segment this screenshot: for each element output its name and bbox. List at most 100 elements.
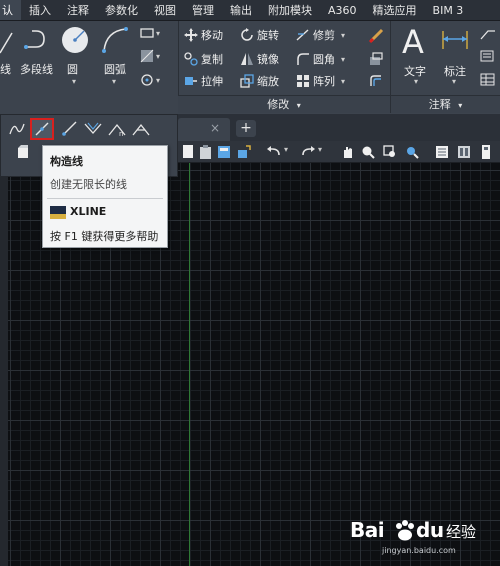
design-center-icon[interactable]	[456, 144, 472, 160]
modify-panel-title: 修改	[267, 98, 290, 111]
rectangle-tool[interactable]: ▾	[140, 27, 160, 39]
arc-dropdown-icon[interactable]: ▾	[112, 77, 116, 86]
tab-view[interactable]: 视图	[146, 0, 184, 20]
redo-dropdown-icon[interactable]: ▾	[318, 145, 322, 154]
tab-manage[interactable]: 管理	[184, 0, 222, 20]
close-icon[interactable]: ×	[210, 121, 220, 135]
revision-cloud-button[interactable]	[129, 118, 153, 140]
trim-label: 修剪	[313, 29, 335, 42]
pan-hand-icon[interactable]	[340, 144, 356, 160]
array-button[interactable]: 阵列 ▾	[296, 73, 345, 89]
tab-addins[interactable]: 附加模块	[260, 0, 320, 20]
tab-output[interactable]: 输出	[222, 0, 260, 20]
line-tool[interactable]	[0, 29, 14, 57]
tab-bim360[interactable]: BIM 3	[425, 0, 472, 20]
copy-button[interactable]: 复制	[184, 51, 223, 67]
spline-button[interactable]	[5, 118, 29, 140]
table-tool[interactable]	[480, 73, 496, 87]
drawing-file-tab[interactable]: ×	[178, 118, 230, 141]
trim-icon	[296, 29, 309, 41]
offset-icon	[370, 75, 381, 86]
circle-dropdown-icon[interactable]: ▾	[72, 77, 76, 86]
explode-button[interactable]	[368, 51, 384, 67]
watermark-brand: Bai	[350, 518, 385, 542]
circle-tool[interactable]	[60, 25, 90, 55]
stretch-button[interactable]: 拉伸	[184, 73, 223, 89]
undo-icon[interactable]	[266, 144, 282, 160]
trim-dropdown-icon[interactable]: ▾	[341, 31, 345, 40]
new-tab-button[interactable]: +	[236, 120, 256, 137]
line-label: 线	[0, 63, 11, 76]
rotate-button[interactable]: 旋转	[240, 27, 279, 43]
tool-palettes-icon[interactable]	[478, 144, 494, 160]
polyline-label: 多段线	[20, 63, 53, 76]
copy-icon	[184, 52, 198, 66]
match-properties-icon[interactable]	[216, 144, 232, 160]
block-editor-icon[interactable]	[236, 144, 252, 160]
tab-insert[interactable]: 插入	[21, 0, 59, 20]
offset-button[interactable]	[368, 73, 384, 89]
fillet-button[interactable]: 圆角 ▾	[296, 51, 345, 67]
tab-a360[interactable]: A360	[320, 0, 365, 20]
construction-line-button[interactable]	[30, 118, 54, 140]
arc-tool[interactable]	[100, 25, 130, 55]
fillet-dropdown-icon[interactable]: ▾	[341, 55, 345, 64]
zoom-window-icon[interactable]	[382, 144, 398, 160]
boundary-tool[interactable]: ▾	[140, 73, 160, 87]
stretch-label: 拉伸	[201, 75, 223, 88]
copy-label: 复制	[201, 53, 223, 66]
annotation-panel-footer[interactable]: 注释 ▾	[391, 95, 500, 113]
watermark-jingyan: 经验	[446, 523, 477, 541]
polyline-tool[interactable]	[22, 27, 54, 55]
multiline-icon	[84, 122, 102, 134]
boundary-icon	[141, 74, 153, 86]
trim-button[interactable]: 修剪 ▾	[296, 27, 345, 43]
region-button[interactable]	[11, 141, 35, 163]
scale-button[interactable]: 缩放	[240, 73, 279, 89]
hatch-tool[interactable]: ▾	[140, 49, 160, 63]
leader-icon	[480, 30, 495, 40]
zoom-previous-icon[interactable]	[404, 144, 420, 160]
tab-featured-apps[interactable]: 精选应用	[365, 0, 425, 20]
file-tab-bar: × +	[178, 114, 500, 141]
text-dropdown-icon[interactable]: ▾	[414, 77, 418, 86]
annotation-panel-title: 注释	[428, 98, 451, 111]
ray-button[interactable]	[57, 118, 81, 140]
leader-tool[interactable]	[480, 27, 496, 41]
stretch-icon	[185, 77, 197, 85]
mtext-icon	[480, 50, 494, 62]
polyline-icon	[24, 30, 45, 49]
annotation-panel-dropdown-icon: ▾	[458, 101, 463, 110]
line-icon	[0, 32, 13, 54]
dimension-dropdown-icon[interactable]: ▾	[452, 77, 456, 86]
command-line-icon	[50, 206, 66, 219]
redo-icon[interactable]	[300, 144, 316, 160]
mtext-tool[interactable]	[480, 49, 496, 63]
tab-parametric[interactable]: 参数化	[97, 0, 146, 20]
polygon-button[interactable]: n	[105, 118, 129, 140]
baidu-jingyan-watermark: Bai du 经验 jingyan.baidu.com	[350, 518, 490, 558]
properties-icon[interactable]	[434, 144, 450, 160]
svg-text:n: n	[119, 130, 123, 137]
move-button[interactable]: 移动	[184, 27, 223, 43]
undo-dropdown-icon[interactable]: ▾	[284, 145, 288, 154]
arc-icon	[102, 27, 128, 53]
rectangle-icon	[140, 28, 154, 38]
dimension-tool[interactable]	[440, 27, 470, 53]
text-tool[interactable]: A	[402, 23, 424, 61]
erase-button[interactable]	[368, 27, 384, 43]
array-dropdown-icon[interactable]: ▾	[341, 77, 345, 86]
mirror-button[interactable]: 镜像	[240, 51, 279, 67]
zoom-realtime-icon[interactable]	[360, 144, 376, 160]
dimension-icon	[442, 31, 468, 49]
tab-home[interactable]: 认	[0, 0, 21, 20]
arc-label: 圆弧	[104, 63, 126, 76]
ribbon-tab-bar: 认 插入 注释 参数化 视图 管理 输出 附加模块 A360 精选应用 BIM …	[0, 0, 500, 21]
erase-icon	[368, 28, 384, 43]
multiline-button[interactable]	[81, 118, 105, 140]
tab-annotate[interactable]: 注释	[59, 0, 97, 20]
ribbon-panel-area: 线 多段线 圆 ▾ 圆弧 ▾ ▾ ▾ ▾ 移动 旋转 修剪 ▾ 复制 镜像 圆角…	[0, 21, 500, 114]
new-file-icon[interactable]	[180, 144, 196, 160]
modify-panel-footer[interactable]: 修改 ▾	[178, 95, 390, 113]
paste-icon[interactable]	[198, 144, 214, 160]
